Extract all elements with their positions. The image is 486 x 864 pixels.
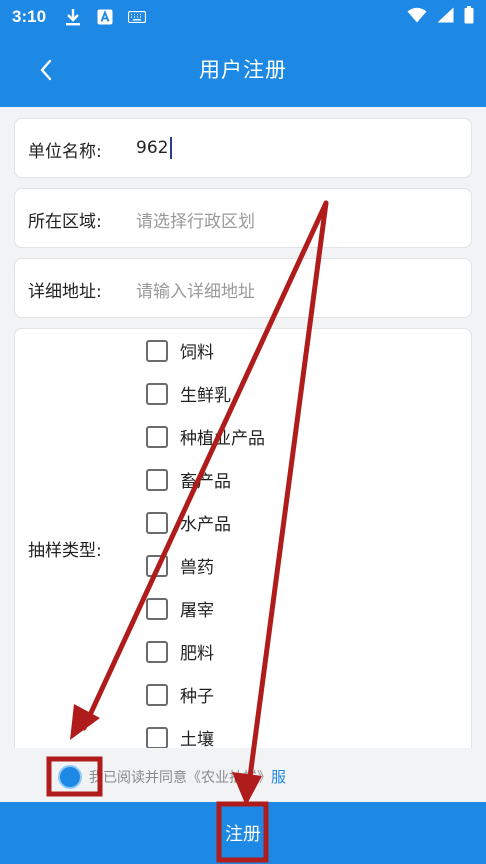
unit-name-field[interactable]: 单位名称: 962 (14, 118, 472, 178)
checkbox[interactable] (146, 640, 168, 663)
download-icon (64, 8, 82, 26)
status-time: 3:10 (12, 7, 47, 26)
checkbox[interactable] (146, 425, 168, 448)
checkbox-label: 水产品 (180, 515, 231, 535)
checkbox-item[interactable]: 生鲜乳 (146, 381, 231, 406)
sampling-type-label: 抽样类型: (28, 541, 102, 561)
checkbox-item[interactable]: 兽药 (146, 553, 214, 578)
checkbox-label: 畜产品 (180, 472, 231, 492)
unit-name-label: 单位名称: (28, 142, 102, 162)
register-button[interactable]: 注册 (0, 802, 486, 864)
unit-name-value: 962 (136, 138, 169, 158)
checkbox-label: 土壤 (180, 730, 214, 750)
checkbox-label: 生鲜乳 (180, 386, 231, 406)
register-button-label: 注册 (225, 824, 261, 845)
signal-icon (437, 7, 454, 27)
agreement-label: 我已阅读并同意《农业抽样》 (89, 770, 271, 786)
checkbox[interactable] (146, 339, 168, 362)
agree-radio[interactable] (58, 765, 82, 789)
status-bar: 3:10 (0, 0, 486, 34)
checkbox[interactable] (146, 726, 168, 749)
checkbox-item[interactable]: 屠宰 (146, 596, 214, 621)
checkbox-item[interactable]: 饲料 (146, 338, 214, 363)
address-input[interactable]: 请输入详细地址 (136, 277, 255, 302)
keyboard-icon (128, 8, 147, 26)
checkbox-label: 兽药 (180, 558, 214, 578)
checkbox-item[interactable]: 种子 (146, 682, 214, 707)
app-header: 用户注册 (0, 34, 486, 107)
checkbox[interactable] (146, 468, 168, 491)
region-field[interactable]: 所在区域: 请选择行政区划 (14, 188, 472, 248)
page-title: 用户注册 (199, 58, 287, 82)
checkbox-label: 种植业产品 (180, 429, 265, 449)
checkbox-item[interactable]: 土壤 (146, 725, 214, 750)
checkbox-item[interactable]: 畜产品 (146, 467, 231, 492)
checkbox-item[interactable]: 水产品 (146, 510, 231, 535)
checkbox[interactable] (146, 683, 168, 706)
unit-name-input[interactable]: 962 (136, 137, 173, 159)
checkbox-item[interactable]: 种植业产品 (146, 424, 265, 449)
checkbox[interactable] (146, 511, 168, 534)
wifi-icon (407, 7, 427, 27)
address-label: 详细地址: (28, 282, 102, 302)
checkbox-label: 饲料 (180, 343, 214, 363)
sampling-type-section: 抽样类型: 饲料 生鲜乳 种植业产品 畜产品 水产品 兽药 屠宰 肥料 种子 土… (14, 328, 472, 768)
region-label: 所在区域: (28, 212, 102, 232)
region-select[interactable]: 请选择行政区划 (136, 207, 255, 232)
checkbox-label: 种子 (180, 687, 214, 707)
checkbox[interactable] (146, 382, 168, 405)
agreement-link[interactable]: 服 (271, 768, 286, 786)
font-icon (96, 8, 114, 26)
text-cursor (170, 137, 173, 159)
agreement-row: 我已阅读并同意《农业抽样》服 (0, 748, 486, 802)
address-field[interactable]: 详细地址: 请输入详细地址 (14, 258, 472, 318)
battery-icon (464, 6, 474, 28)
checkbox-label: 屠宰 (180, 601, 214, 621)
checkbox-item[interactable]: 肥料 (146, 639, 214, 664)
checkbox[interactable] (146, 554, 168, 577)
agreement-text: 我已阅读并同意《农业抽样》服 (89, 766, 286, 787)
checkbox-label: 肥料 (180, 644, 214, 664)
checkbox[interactable] (146, 597, 168, 620)
